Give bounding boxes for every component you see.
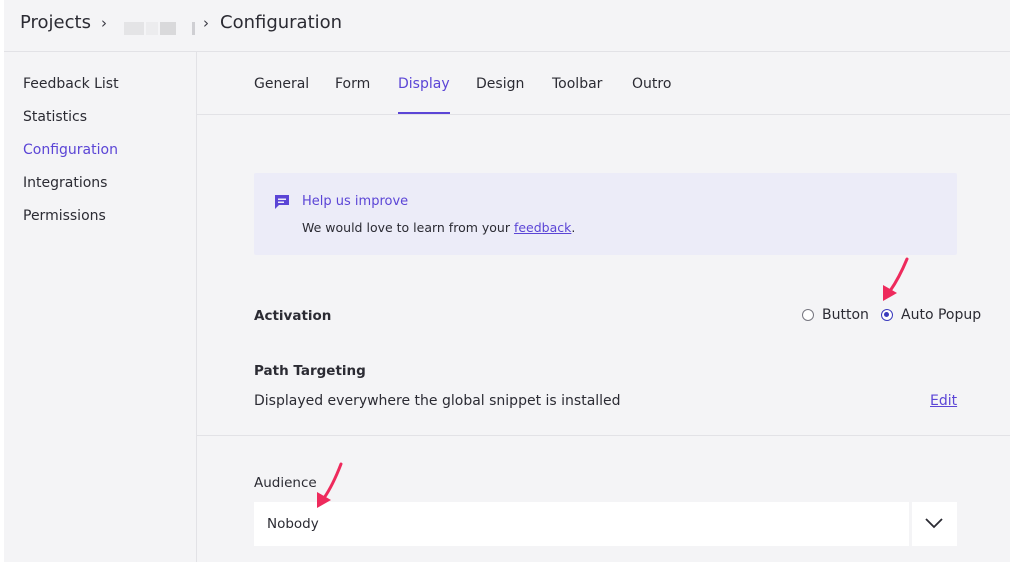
- audience-select[interactable]: Nobody: [254, 502, 957, 546]
- sidebar-item-configuration[interactable]: Configuration: [23, 142, 118, 158]
- radio-auto-popup-label[interactable]: Auto Popup: [901, 307, 981, 323]
- tab-toolbar[interactable]: Toolbar: [552, 76, 602, 114]
- feedback-link[interactable]: feedback: [514, 220, 571, 235]
- tab-form[interactable]: Form: [335, 76, 370, 114]
- breadcrumb-separator-icon: ›: [203, 14, 209, 32]
- radio-auto-popup-option[interactable]: [881, 309, 893, 321]
- annotation-arrow-icon: [883, 257, 909, 301]
- radio-button-option[interactable]: [802, 309, 814, 321]
- breadcrumb-current: Configuration: [220, 12, 343, 33]
- edit-path-targeting-link[interactable]: Edit: [930, 393, 957, 409]
- tab-display[interactable]: Display: [398, 76, 450, 114]
- radio-button-label[interactable]: Button: [822, 307, 869, 323]
- tab-bar: General Form Display Design Toolbar Outr…: [197, 52, 1010, 115]
- tab-outro[interactable]: Outro: [632, 76, 671, 114]
- tab-design[interactable]: Design: [476, 76, 524, 114]
- select-divider: [909, 502, 912, 546]
- redacted-project-name: [124, 22, 144, 35]
- redacted-project-name-part: [146, 22, 158, 35]
- banner-text: We would love to learn from your feedbac…: [302, 220, 575, 235]
- sidebar-item-integrations[interactable]: Integrations: [23, 175, 107, 191]
- annotation-arrow-icon: [317, 462, 343, 508]
- sidebar-item-statistics[interactable]: Statistics: [23, 109, 87, 125]
- banner-text-after: .: [571, 220, 576, 235]
- audience-label: Audience: [254, 475, 317, 491]
- sidebar: Feedback List Statistics Configuration I…: [4, 52, 197, 562]
- redacted-project-name-part: [160, 22, 176, 35]
- breadcrumb-separator-icon: ›: [101, 14, 107, 32]
- banner-text-before: We would love to learn from your: [302, 220, 510, 235]
- help-banner: Help us improve We would love to learn f…: [254, 173, 957, 255]
- audience-select-value: Nobody: [267, 516, 319, 532]
- path-targeting-label: Path Targeting: [254, 363, 366, 379]
- redacted-project-name-part: [192, 22, 195, 35]
- banner-title: Help us improve: [302, 194, 409, 209]
- breadcrumb-projects[interactable]: Projects: [20, 12, 91, 33]
- activation-label: Activation: [254, 308, 332, 324]
- chevron-down-icon[interactable]: [924, 516, 944, 530]
- sidebar-item-permissions[interactable]: Permissions: [23, 208, 106, 224]
- page-header: Projects › › Configuration: [4, 0, 1010, 52]
- tab-general[interactable]: General: [254, 76, 309, 114]
- sidebar-item-feedback-list[interactable]: Feedback List: [23, 76, 119, 92]
- section-divider: [197, 435, 1010, 436]
- path-targeting-description: Displayed everywhere the global snippet …: [254, 393, 621, 409]
- chat-icon: [275, 195, 289, 209]
